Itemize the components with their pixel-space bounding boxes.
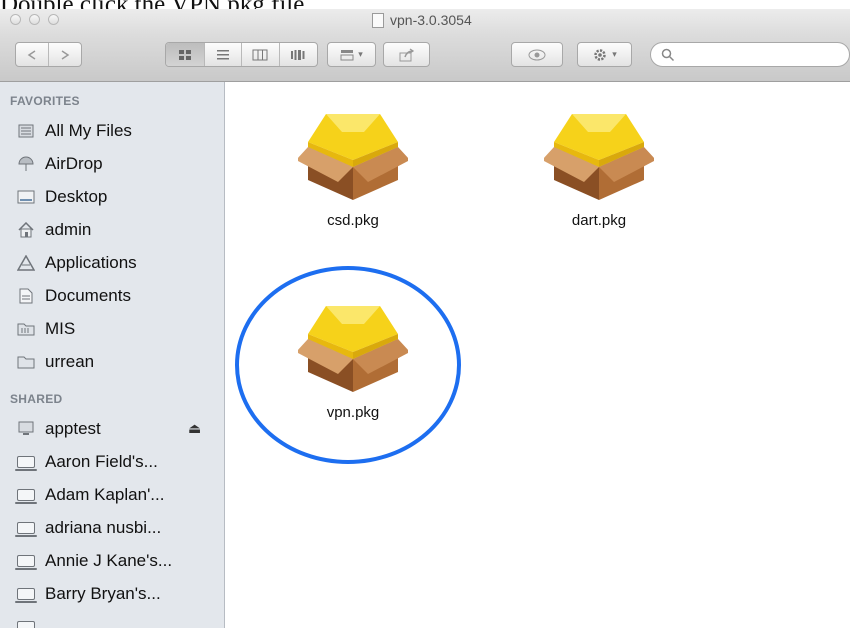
file-name: csd.pkg — [327, 212, 379, 229]
home-icon — [17, 221, 35, 238]
sidebar-item-label: admin — [45, 219, 92, 239]
package-icon — [544, 114, 654, 200]
window-controls — [10, 14, 59, 25]
share-button[interactable] — [383, 42, 430, 67]
sidebar-item-documents[interactable]: Documents — [0, 279, 224, 312]
sidebar-item-label: AirDrop — [45, 153, 103, 173]
sidebar-item-label: apptest — [45, 418, 101, 438]
file-item-dart-pkg[interactable]: dart.pkg — [529, 102, 669, 229]
folder-icon — [17, 321, 35, 337]
sidebar-item-label: Desktop — [45, 186, 108, 206]
toolbar: ▾ ▾ — [0, 35, 850, 82]
sidebar-item-label: Adam Kaplan'... — [45, 484, 165, 504]
all-files-icon — [17, 123, 35, 139]
arrange-icon: ▾ — [328, 43, 375, 66]
column-view-button[interactable] — [242, 43, 280, 66]
sidebar-item-label: urrean — [45, 351, 95, 371]
back-forward-buttons — [15, 42, 82, 67]
gear-icon: ▾ — [578, 43, 631, 66]
documents-icon — [17, 288, 35, 304]
favorites-header: FAVORITES — [10, 94, 80, 108]
sidebar-item-shared-computer[interactable] — [0, 610, 224, 628]
zoom-window-button[interactable] — [48, 14, 59, 25]
highlight-circle — [235, 266, 461, 464]
sidebar-item-label: Applications — [45, 252, 137, 272]
file-item-csd-pkg[interactable]: csd.pkg — [283, 102, 423, 229]
laptop-icon — [15, 586, 37, 603]
view-mode-buttons — [165, 42, 318, 67]
sidebar-item-urrean[interactable]: urrean — [0, 345, 224, 378]
sidebar-item-desktop[interactable]: Desktop — [0, 180, 224, 213]
laptop-icon — [15, 487, 37, 504]
sidebar-item-mis[interactable]: MIS — [0, 312, 224, 345]
airdrop-icon — [17, 156, 35, 172]
list-view-icon — [216, 49, 229, 59]
sidebar-item-apptest[interactable]: apptest ⏏ — [0, 412, 224, 445]
sidebar-item-label: adriana nusbi... — [45, 517, 162, 537]
laptop-icon — [15, 520, 37, 537]
cover-flow-icon — [291, 49, 305, 60]
window-title: vpn-3.0.3054 — [372, 12, 472, 28]
sidebar-item-airdrop[interactable]: AirDrop — [0, 147, 224, 180]
cover-flow-button[interactable] — [280, 43, 318, 66]
file-name: dart.pkg — [571, 212, 627, 229]
window-title-text: vpn-3.0.3054 — [390, 12, 472, 28]
laptop-icon — [15, 553, 37, 570]
list-view-button[interactable] — [205, 43, 242, 66]
icon-view-icon — [178, 49, 191, 60]
desktop-icon — [17, 189, 35, 205]
sidebar-item-all-my-files[interactable]: All My Files — [0, 114, 224, 147]
sidebar-item-label: All My Files — [45, 120, 132, 140]
back-button[interactable] — [16, 43, 49, 66]
action-button[interactable]: ▾ — [577, 42, 632, 67]
search-field[interactable] — [650, 42, 850, 67]
share-icon — [384, 43, 429, 66]
icon-view-button[interactable] — [166, 43, 205, 66]
search-icon — [661, 48, 675, 61]
forward-arrow-icon — [61, 49, 70, 60]
laptop-icon — [15, 454, 37, 471]
folder-proxy-icon[interactable] — [372, 12, 384, 28]
sidebar-item-shared-computer[interactable]: Annie J Kane's... — [0, 544, 224, 577]
sidebar-item-shared-computer[interactable]: Aaron Field's... — [0, 445, 224, 478]
laptop-icon — [17, 619, 35, 628]
window-titlebar: vpn-3.0.3054 — [0, 9, 850, 35]
sidebar-item-label: Barry Bryan's... — [45, 583, 161, 603]
folder-icon — [17, 354, 35, 370]
shared-header: SHARED — [10, 392, 63, 406]
minimize-window-button[interactable] — [29, 14, 40, 25]
sidebar-item-label: Aaron Field's... — [45, 451, 158, 471]
computer-icon — [17, 421, 35, 437]
eye-icon — [512, 43, 562, 66]
column-view-icon — [252, 49, 268, 60]
sidebar-item-applications[interactable]: Applications — [0, 246, 224, 279]
sidebar-item-shared-computer[interactable]: Adam Kaplan'... — [0, 478, 224, 511]
package-icon — [298, 114, 408, 200]
close-window-button[interactable] — [10, 14, 21, 25]
applications-icon — [17, 254, 35, 271]
sidebar-item-label: MIS — [45, 318, 76, 338]
eject-icon[interactable]: ⏏ — [188, 420, 201, 437]
sidebar-item-admin[interactable]: admin — [0, 213, 224, 246]
sidebar: FAVORITES All My Files AirDrop Desktop a… — [0, 82, 225, 628]
forward-button[interactable] — [49, 43, 82, 66]
sidebar-item-label: Annie J Kane's... — [45, 550, 173, 570]
sidebar-item-shared-computer[interactable]: Barry Bryan's... — [0, 577, 224, 610]
quick-look-button[interactable] — [511, 42, 563, 67]
sidebar-item-label: Documents — [45, 285, 131, 305]
arrange-button[interactable]: ▾ — [327, 42, 376, 67]
sidebar-item-shared-computer[interactable]: adriana nusbi... — [0, 511, 224, 544]
back-arrow-icon — [27, 49, 36, 60]
